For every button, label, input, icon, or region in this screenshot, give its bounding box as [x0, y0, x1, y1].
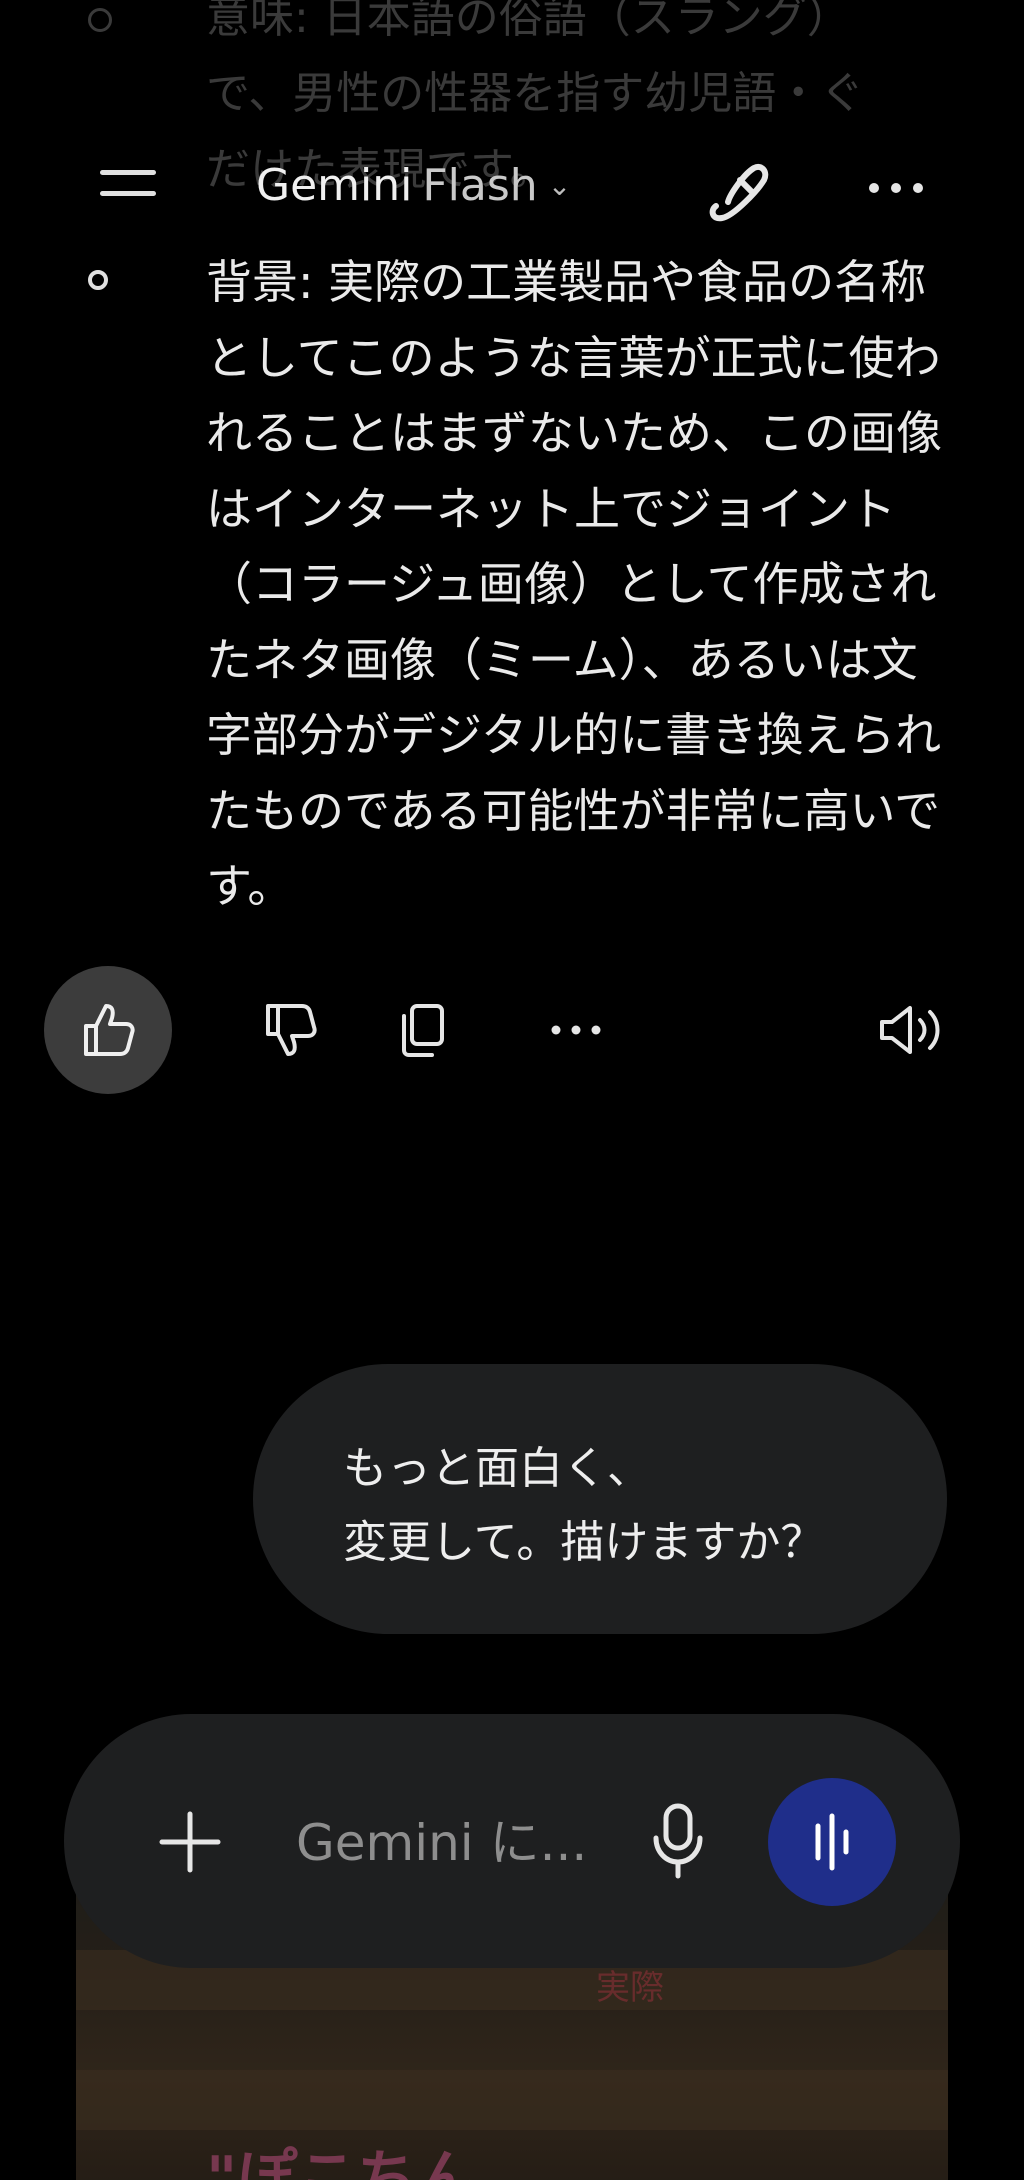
faded-line: 意味: 日本語の俗語（スラング）	[206, 0, 851, 43]
thumbs-down-icon[interactable]	[240, 980, 340, 1080]
new-chat-edit-icon[interactable]	[700, 150, 780, 230]
thumbs-up-icon[interactable]	[44, 966, 172, 1094]
model-variant: Flash	[422, 160, 538, 211]
response-text: 背景: 実際の工業製品や食品の名称としてこのような言葉が正式に使われることはまず…	[206, 255, 942, 913]
prompt-input-bar	[64, 1714, 960, 1968]
bullet-marker	[88, 8, 112, 32]
app-header: Gemini Flash ⌄	[0, 130, 1024, 240]
microphone-icon[interactable]	[648, 1796, 708, 1886]
copy-icon[interactable]	[372, 980, 472, 1080]
faded-line: で、男性の性器を指す幼児語・ぐ	[206, 68, 865, 119]
speaker-icon[interactable]	[862, 980, 962, 1080]
response-actions	[0, 966, 1024, 1096]
model-name: Gemini	[256, 160, 413, 211]
model-selector[interactable]: Gemini Flash ⌄	[256, 160, 571, 211]
plus-icon[interactable]	[158, 1810, 222, 1874]
user-message-text: もっと面白く、 変更して。描けますか？	[343, 1443, 825, 1568]
hamburger-menu-icon[interactable]	[100, 170, 156, 200]
bullet-marker	[88, 270, 108, 290]
voice-mode-button[interactable]	[768, 1778, 896, 1906]
more-horizontal-icon[interactable]	[866, 180, 926, 196]
more-horizontal-icon[interactable]	[526, 980, 626, 1080]
user-message-bubble: もっと面白く、 変更して。描けますか？	[253, 1364, 947, 1634]
chevron-down-icon: ⌄	[547, 169, 572, 202]
voice-mode-icon	[815, 1813, 849, 1871]
prompt-input[interactable]	[294, 1804, 638, 1882]
